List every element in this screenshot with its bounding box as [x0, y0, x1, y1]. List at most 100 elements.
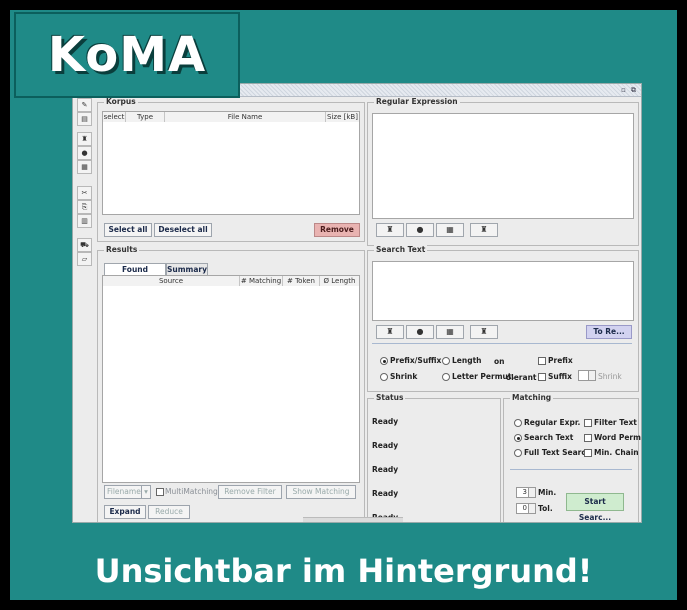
results-table[interactable]: Source # Matching # Token Ø Length	[102, 275, 360, 483]
matching-panel: Matching Regular Expr. Filter Text Searc…	[503, 393, 642, 522]
regex-title: Regular Expression	[374, 97, 460, 106]
filter-dropdown[interactable]: Filename	[104, 485, 144, 499]
regex-textarea[interactable]	[372, 113, 634, 219]
status-line-1: Ready	[372, 417, 399, 426]
side-toolbar: ✎ ▤ ♜ ● ▦ ✂ ⎘ ▥ ⛟ ▱	[77, 98, 92, 278]
deselect-all-button[interactable]: Deselect all	[154, 223, 212, 237]
prefix-label: Prefix	[548, 356, 573, 365]
copy-icon[interactable]: ⎘	[77, 200, 92, 214]
multimatching-label: MultiMatching	[165, 487, 218, 496]
regular-expr-label: Regular Expr.	[524, 418, 581, 427]
search-globe-icon[interactable]: ●	[406, 325, 434, 339]
remove-filter-button[interactable]: Remove Filter	[218, 485, 282, 499]
shrink-spinner-arrows[interactable]	[588, 370, 596, 381]
length-label: Length	[452, 356, 482, 365]
status-line-2: Ready	[372, 441, 399, 450]
korpus-table[interactable]: select Type File Name Size [kB]	[102, 111, 360, 215]
radio-full-text-search[interactable]	[514, 449, 522, 457]
edit-icon[interactable]: ✎	[77, 98, 92, 112]
radio-regular-expr[interactable]	[514, 419, 522, 427]
globe-icon[interactable]: ●	[77, 146, 92, 160]
start-search-button[interactable]: Start Searc...	[566, 493, 624, 522]
tol-spinner-arrows[interactable]	[528, 503, 536, 514]
table-icon[interactable]: ▦	[77, 160, 92, 174]
on-label: on	[494, 357, 505, 366]
matching-title: Matching	[510, 393, 554, 402]
status-line-4: Ready	[372, 489, 399, 498]
paste-icon[interactable]: ▥	[77, 214, 92, 228]
regex-globe-icon[interactable]: ●	[406, 223, 434, 237]
regex-panel: Regular Expression ♜ ● ▦ ♜	[367, 97, 639, 246]
expand-button[interactable]: Expand	[104, 505, 146, 519]
reduce-button[interactable]: Reduce	[148, 505, 190, 519]
maximize-icon[interactable]: ⧉	[629, 86, 638, 94]
filter-text-label: Filter Text	[594, 418, 637, 427]
results-title: Results	[104, 245, 140, 254]
restore-icon[interactable]: ▫	[619, 86, 628, 94]
col-token[interactable]: # Token	[283, 276, 320, 286]
chevron-down-icon[interactable]: ▾	[141, 485, 151, 499]
search-tool-icon[interactable]: ♜	[470, 325, 498, 339]
select-all-button[interactable]: Select all	[104, 223, 152, 237]
show-matching-button[interactable]: Show Matching	[286, 485, 356, 499]
col-size[interactable]: Size [kB]	[326, 112, 359, 122]
search-text-textarea[interactable]	[372, 261, 634, 321]
radio-search-text[interactable]	[514, 434, 522, 442]
col-source[interactable]: Source	[103, 276, 240, 286]
multimatching-checkbox[interactable]	[156, 488, 164, 496]
radio-prefix-suffix[interactable]	[380, 357, 388, 365]
search-text-label: Search Text	[524, 433, 574, 442]
suffix-checkbox[interactable]	[538, 373, 546, 381]
document-icon[interactable]: ▤	[77, 112, 92, 126]
background-frame: ▫ ⧉ ✎ ▤ ♜ ● ▦ ✂ ⎘ ▥ ⛟ ▱ Korpus select Ty…	[0, 0, 687, 610]
tagline: Unsichtbar im Hintergrund!	[94, 552, 593, 590]
korpus-title: Korpus	[104, 97, 138, 106]
status-line-3: Ready	[372, 465, 399, 474]
shrink-spinner-label: Shrink	[598, 372, 622, 381]
tolerant-label: olerant	[506, 373, 537, 382]
tol-label: Tol.	[538, 504, 553, 513]
letter-permut-label: Letter Permut.	[452, 372, 515, 381]
search-binoculars-icon[interactable]: ⛟	[77, 238, 92, 252]
matching-separator	[510, 469, 632, 470]
status-panel: Status Ready Ready Ready Ready Ready	[367, 393, 501, 522]
regex-corpus-icon[interactable]: ♜	[376, 223, 404, 237]
search-text-title: Search Text	[374, 245, 428, 254]
radio-shrink[interactable]	[380, 373, 388, 381]
col-length[interactable]: Ø Length	[320, 276, 359, 286]
word-perm-label: Word Perm•	[594, 433, 642, 442]
search-corpus-icon[interactable]: ♜	[376, 325, 404, 339]
results-panel: Results Found Matching Summary Source # …	[97, 245, 365, 522]
search-table-icon[interactable]: ▦	[436, 325, 464, 339]
koma-logo: KoMA	[14, 12, 240, 98]
min-spinner-arrows[interactable]	[528, 487, 536, 498]
regex-tool-icon[interactable]: ♜	[470, 223, 498, 237]
corpus-icon[interactable]: ♜	[77, 132, 92, 146]
col-select[interactable]: select	[103, 112, 126, 122]
prefix-checkbox[interactable]	[538, 357, 546, 365]
shrink-label: Shrink	[390, 372, 418, 381]
min-chain-checkbox[interactable]	[584, 449, 592, 457]
remove-button[interactable]: Remove	[314, 223, 360, 237]
search-text-panel: Search Text ♜ ● ▦ ♜ To Re... Prefix/Suff…	[367, 245, 639, 392]
min-chain-label: Min. Chain	[594, 448, 639, 457]
koma-app-window: ▫ ⧉ ✎ ▤ ♜ ● ▦ ✂ ⎘ ▥ ⛟ ▱ Korpus select Ty…	[72, 83, 642, 523]
prefix-suffix-label: Prefix/Suffix	[390, 356, 442, 365]
radio-length[interactable]	[442, 357, 450, 365]
logo-text: KoMA	[47, 27, 207, 83]
cut-icon[interactable]: ✂	[77, 186, 92, 200]
radio-letter-permut[interactable]	[442, 373, 450, 381]
full-text-search-label: Full Text Search	[524, 448, 592, 457]
horizontal-scrollbar[interactable]	[303, 517, 403, 522]
col-matching[interactable]: # Matching	[240, 276, 283, 286]
export-icon[interactable]: ▱	[77, 252, 92, 266]
status-title: Status	[374, 393, 406, 402]
suffix-label: Suffix	[548, 372, 572, 381]
regex-table-icon[interactable]: ▦	[436, 223, 464, 237]
filter-text-checkbox[interactable]	[584, 419, 592, 427]
col-file-name[interactable]: File Name	[165, 112, 326, 122]
word-perm-checkbox[interactable]	[584, 434, 592, 442]
search-separator	[372, 343, 632, 344]
col-type[interactable]: Type	[126, 112, 165, 122]
to-regex-button[interactable]: To Re...	[586, 325, 632, 339]
